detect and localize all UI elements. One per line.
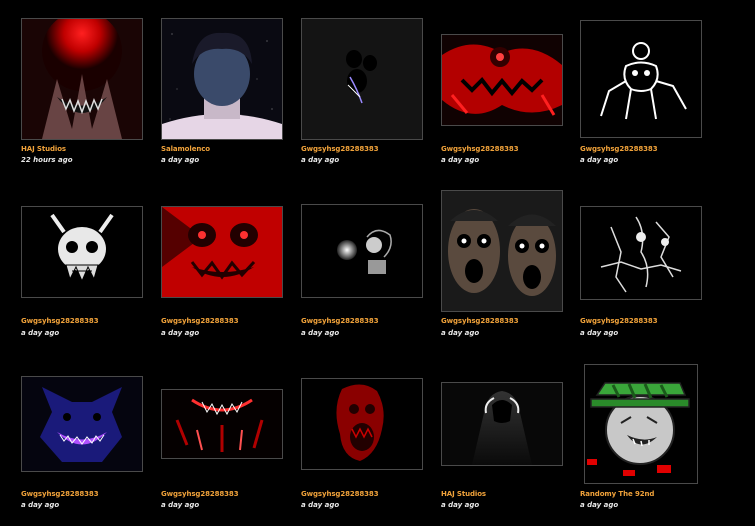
artwork-thumbnail[interactable] [584, 364, 698, 484]
author-name[interactable]: Gwgsyhsg28288383 [161, 490, 239, 498]
author-name[interactable]: Gwgsyhsg28288383 [301, 317, 379, 325]
author-name[interactable]: Gwgsyhsg28288383 [301, 145, 379, 153]
post-time: a day ago [301, 156, 340, 164]
gallery-card[interactable]: HAJ Studios 22 hours ago [21, 18, 143, 168]
gallery-card[interactable]: Gwgsyhsg28288383 a day ago [301, 18, 423, 168]
post-time: a day ago [441, 329, 480, 337]
post-time: a day ago [301, 329, 340, 337]
post-time: a day ago [441, 156, 480, 164]
post-time: a day ago [161, 329, 200, 337]
gallery-card[interactable]: Gwgsyhsg28288383 a day ago [161, 190, 283, 342]
artwork-thumbnail[interactable] [301, 18, 423, 140]
gallery-card[interactable]: Randomy The 92nd a day ago [580, 362, 702, 512]
post-time: a day ago [441, 501, 480, 509]
author-name[interactable]: Gwgsyhsg28288383 [441, 317, 519, 325]
post-time: a day ago [301, 501, 340, 509]
post-time: a day ago [580, 156, 619, 164]
author-name[interactable]: Gwgsyhsg28288383 [580, 317, 658, 325]
author-name[interactable]: Gwgsyhsg28288383 [161, 317, 239, 325]
artwork-thumbnail[interactable] [580, 20, 702, 138]
artwork-thumbnail[interactable] [161, 389, 283, 459]
gallery-card[interactable]: Gwgsyhsg28288383 a day ago [21, 362, 143, 512]
artwork-thumbnail[interactable] [301, 204, 423, 298]
artwork-thumbnail[interactable] [441, 382, 563, 466]
author-name[interactable]: Gwgsyhsg28288383 [301, 490, 379, 498]
gallery-card[interactable]: Salamolenco a day ago [161, 18, 283, 168]
author-name[interactable]: HAJ Studios [21, 145, 66, 153]
author-name[interactable]: Salamolenco [161, 145, 210, 153]
artwork-thumbnail[interactable] [441, 34, 563, 126]
post-time: a day ago [161, 156, 200, 164]
post-time: a day ago [161, 501, 200, 509]
author-name[interactable]: Gwgsyhsg28288383 [580, 145, 658, 153]
gallery-card[interactable]: Gwgsyhsg28288383 a day ago [301, 190, 423, 342]
post-time: 22 hours ago [21, 156, 73, 164]
gallery-card[interactable]: Gwgsyhsg28288383 a day ago [441, 18, 563, 168]
gallery-card[interactable]: Gwgsyhsg28288383 a day ago [21, 190, 143, 342]
author-name[interactable]: Gwgsyhsg28288383 [21, 317, 99, 325]
artwork-thumbnail[interactable] [161, 206, 283, 298]
gallery-card[interactable]: Gwgsyhsg28288383 a day ago [161, 362, 283, 512]
post-time: a day ago [580, 501, 619, 509]
artwork-thumbnail[interactable] [21, 206, 143, 298]
artwork-thumbnail[interactable] [580, 206, 702, 300]
author-name[interactable]: Randomy The 92nd [580, 490, 654, 498]
author-name[interactable]: Gwgsyhsg28288383 [441, 145, 519, 153]
gallery-card[interactable]: Gwgsyhsg28288383 a day ago [441, 190, 563, 342]
author-name[interactable]: HAJ Studios [441, 490, 486, 498]
artwork-thumbnail[interactable] [441, 190, 563, 312]
gallery-card[interactable]: Gwgsyhsg28288383 a day ago [301, 362, 423, 512]
artwork-thumbnail[interactable] [21, 18, 143, 140]
artwork-thumbnail[interactable] [21, 376, 143, 472]
gallery-card[interactable]: Gwgsyhsg28288383 a day ago [580, 18, 702, 168]
post-time: a day ago [21, 501, 60, 509]
artwork-thumbnail[interactable] [301, 378, 423, 470]
gallery-card[interactable]: Gwgsyhsg28288383 a day ago [580, 190, 702, 342]
artwork-thumbnail[interactable] [161, 18, 283, 140]
post-time: a day ago [580, 329, 619, 337]
author-name[interactable]: Gwgsyhsg28288383 [21, 490, 99, 498]
post-time: a day ago [21, 329, 60, 337]
gallery-card[interactable]: HAJ Studios a day ago [441, 362, 563, 512]
